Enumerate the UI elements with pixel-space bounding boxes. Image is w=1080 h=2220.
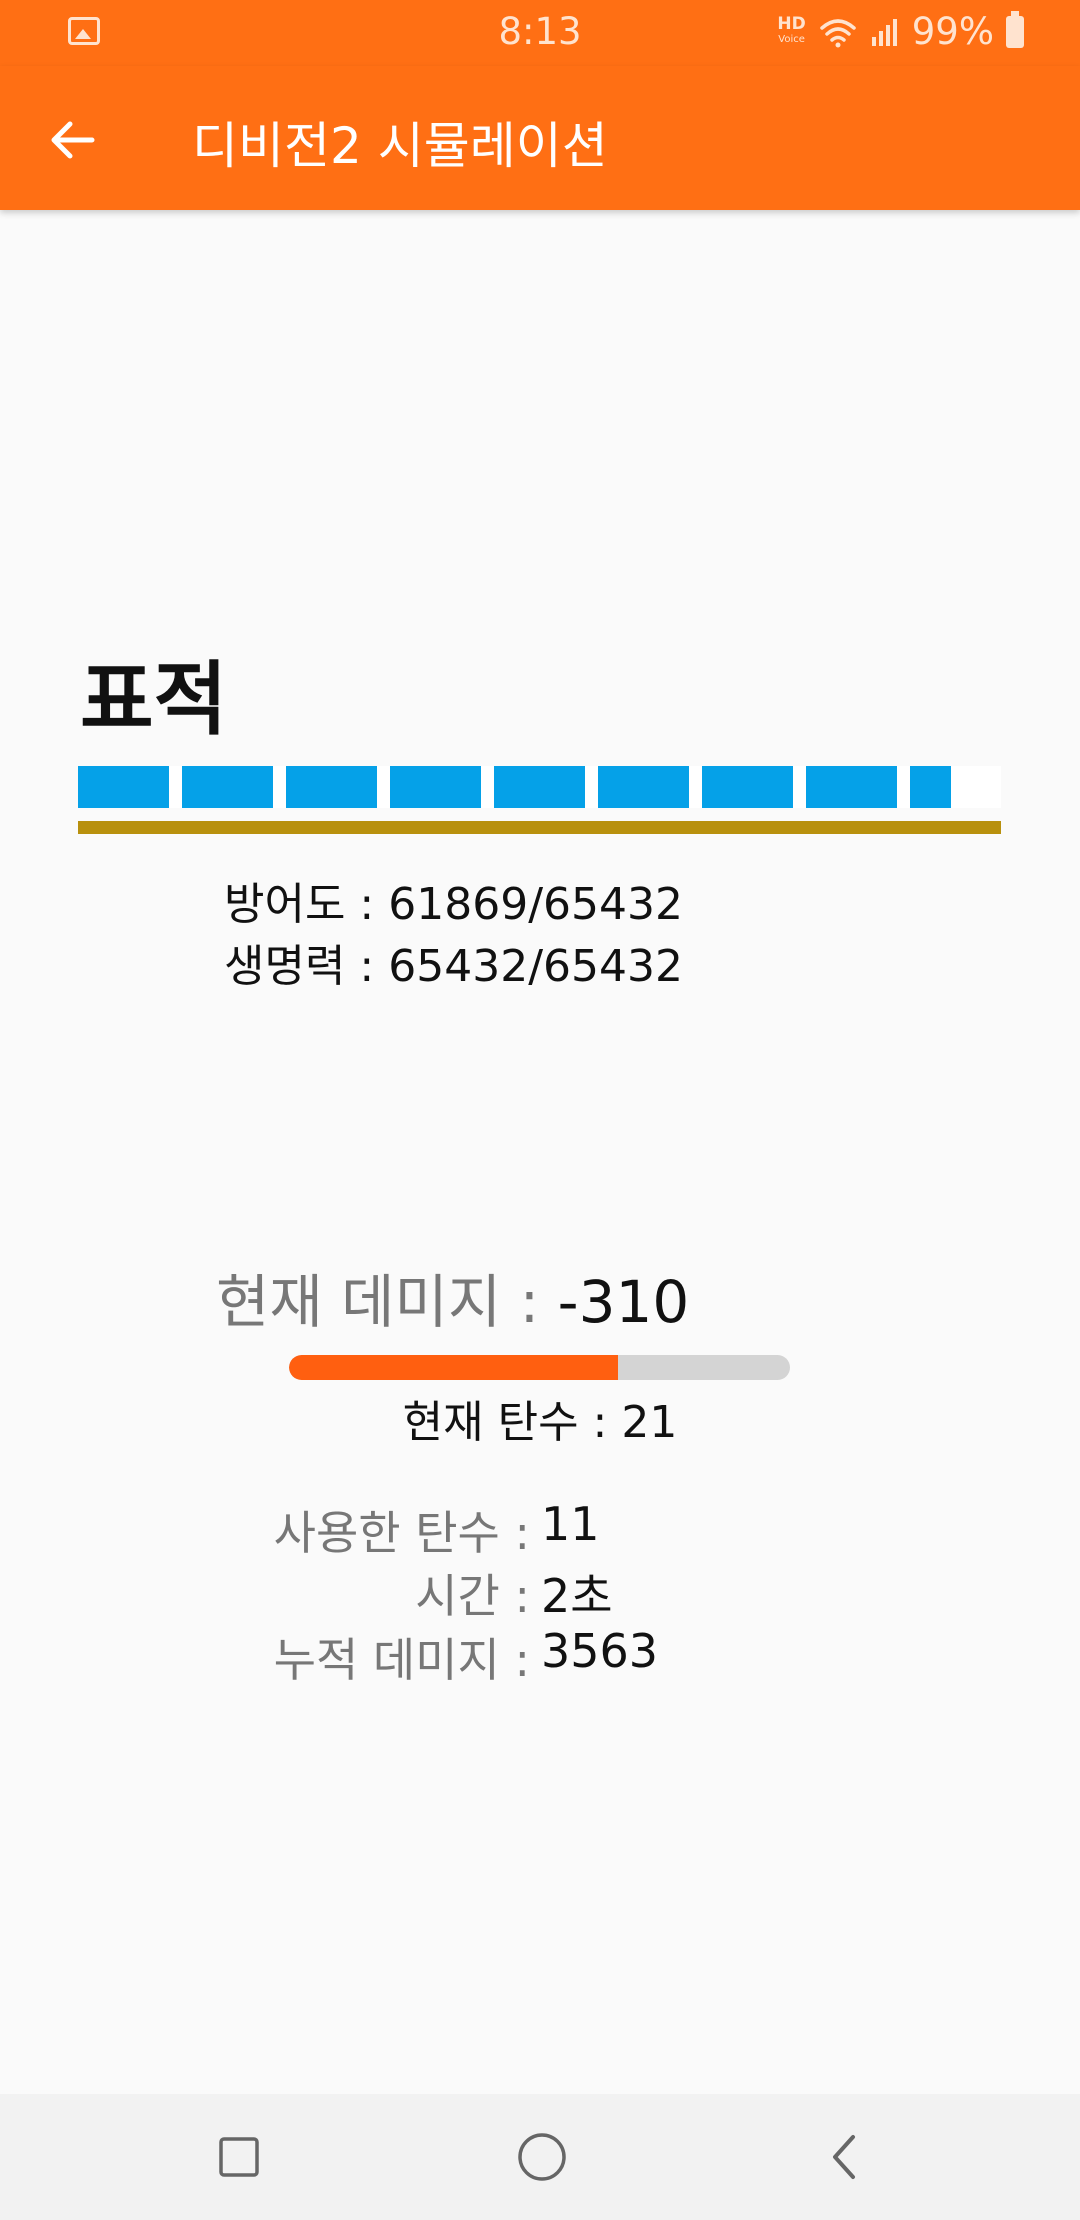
current-damage-value: -310 — [557, 1268, 690, 1336]
armor-segment — [910, 766, 951, 808]
time-label: 시간 : — [415, 1569, 530, 1623]
app-title: 디비전2 시뮬레이션 — [192, 117, 608, 175]
status-right-group: HD Voice 99% — [777, 10, 1024, 53]
hd-label: HD — [777, 13, 806, 34]
armor-segment — [390, 766, 481, 808]
total-damage-label: 누적 데미지 : — [273, 1633, 530, 1687]
armor-segment — [806, 766, 897, 808]
total-damage-value: 3563 — [541, 1624, 659, 1678]
wifi-icon — [820, 18, 856, 47]
ammo-progress-fill — [289, 1355, 618, 1380]
hd-voice-icon: HD Voice — [777, 13, 806, 47]
armor-label: 방어도 : 61869/65432 — [224, 879, 684, 930]
used-ammo-value: 11 — [541, 1497, 600, 1551]
signal-icon — [871, 18, 897, 46]
current-damage: 현재 데미지 : -310 — [216, 1255, 689, 1339]
target-title: 표적 — [80, 653, 228, 746]
ammo-progress — [289, 1355, 790, 1380]
home-icon[interactable] — [502, 2117, 582, 2197]
armor-segment — [78, 766, 169, 808]
battery-percent: 99% — [911, 10, 994, 53]
armor-segment — [286, 766, 377, 808]
battery-icon — [1006, 10, 1024, 48]
armor-segment — [702, 766, 793, 808]
health-label: 생명력 : 65432/65432 — [224, 941, 684, 992]
current-damage-label: 현재 데미지 : — [216, 1268, 558, 1336]
voice-label: Voice — [778, 33, 805, 45]
current-ammo-label: 현재 탄수 : 21 — [402, 1397, 678, 1448]
arrow-back-icon[interactable] — [36, 104, 108, 176]
time-value: 2초 — [541, 1569, 613, 1623]
armor-segment — [598, 766, 689, 808]
armor-bar — [78, 766, 1001, 808]
used-ammo-label: 사용한 탄수 : — [273, 1506, 530, 1560]
armor-segment — [182, 766, 273, 808]
recent-apps-icon[interactable] — [199, 2117, 279, 2197]
nav-bar — [0, 2094, 1080, 2220]
app-bar: 디비전2 시뮬레이션 — [0, 66, 1080, 210]
health-bar — [78, 821, 1001, 834]
status-bar: 8:13 HD Voice 99% — [0, 0, 1080, 66]
back-icon[interactable] — [805, 2117, 885, 2197]
armor-segment — [494, 766, 585, 808]
